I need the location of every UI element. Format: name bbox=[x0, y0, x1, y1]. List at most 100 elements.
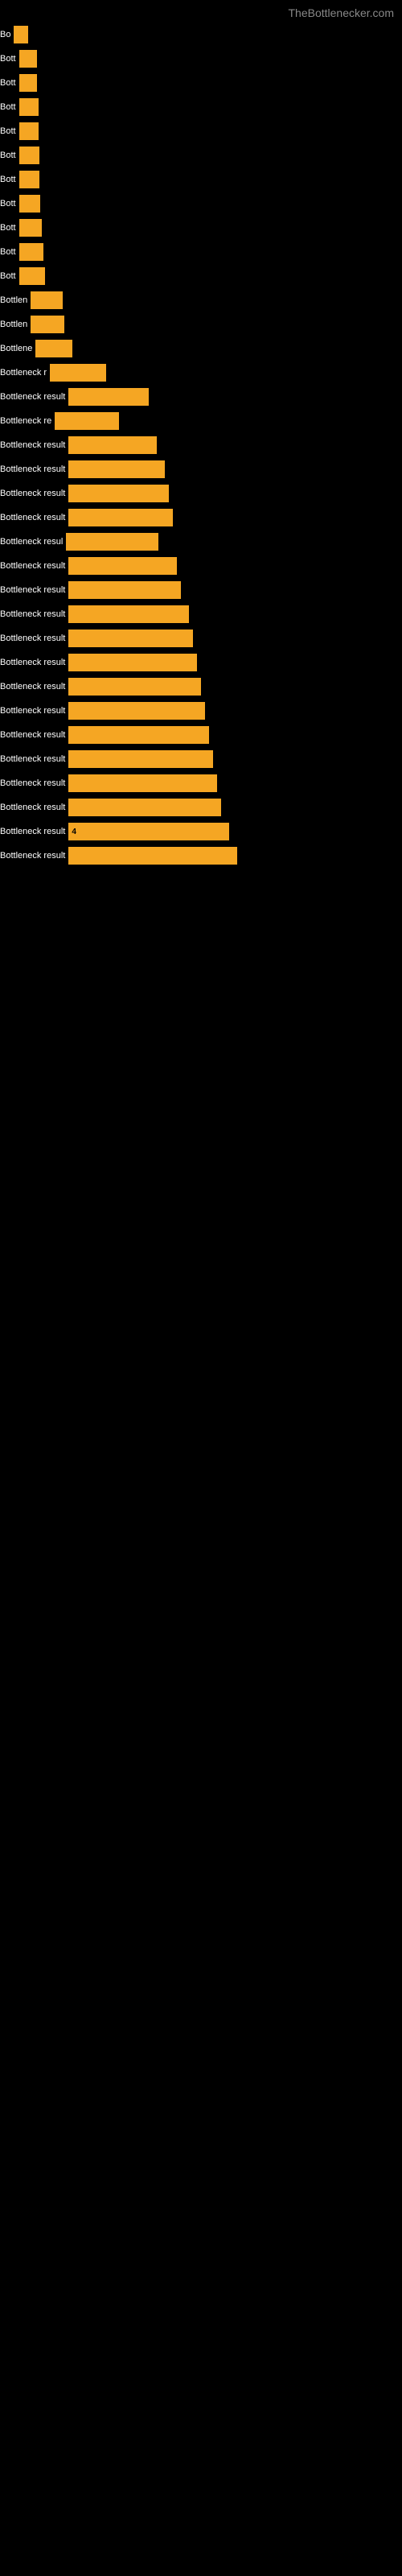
bar-row: Bott bbox=[0, 167, 402, 192]
bar-label: Bottleneck re bbox=[0, 416, 55, 426]
bar-row: Bottleneck result 4 bbox=[0, 819, 402, 844]
bar-row: Bottleneck result bbox=[0, 385, 402, 409]
bar-fill bbox=[19, 122, 39, 140]
bar-fill bbox=[35, 340, 72, 357]
bar-row: Bott bbox=[0, 192, 402, 216]
bar-fill bbox=[68, 485, 169, 502]
bar-label: Bottleneck result bbox=[0, 730, 68, 740]
bar-label: Bottleneck r bbox=[0, 368, 50, 378]
bar-label: Bottleneck result bbox=[0, 440, 68, 450]
bar-row: Bottlen bbox=[0, 288, 402, 312]
bar-fill bbox=[19, 195, 40, 213]
bar-row: Bottleneck result bbox=[0, 650, 402, 675]
bar-label: Bott bbox=[0, 126, 19, 136]
bar-fill bbox=[68, 847, 237, 865]
bar-row: Bottleneck resul bbox=[0, 530, 402, 554]
bar-row: Bottleneck r bbox=[0, 361, 402, 385]
bar-row: Bottleneck result bbox=[0, 795, 402, 819]
bar-fill bbox=[31, 291, 63, 309]
bar-label: Bottleneck result bbox=[0, 585, 68, 595]
bars-container: Bo Bott Bott Bott Bott Bott Bott Bott Bott Bott Bo… bbox=[0, 23, 402, 868]
bar-fill bbox=[68, 630, 193, 647]
bar-label: Bottleneck result bbox=[0, 634, 68, 643]
bar-fill bbox=[31, 316, 64, 333]
bar-fill: 4 bbox=[68, 823, 229, 840]
bar-label: Bottleneck result bbox=[0, 851, 68, 861]
bar-fill bbox=[19, 98, 39, 116]
bar-fill bbox=[50, 364, 106, 382]
bar-label: Bottleneck result bbox=[0, 754, 68, 764]
bar-row: Bottleneck result bbox=[0, 457, 402, 481]
bar-fill bbox=[68, 678, 201, 696]
bar-row: Bottleneck result bbox=[0, 675, 402, 699]
bar-row: Bott bbox=[0, 143, 402, 167]
bar-fill bbox=[68, 774, 217, 792]
bar-row: Bottleneck result bbox=[0, 699, 402, 723]
bar-row: Bott bbox=[0, 95, 402, 119]
bar-fill bbox=[19, 50, 37, 68]
bar-row: Bottlen bbox=[0, 312, 402, 336]
bar-label: Bottleneck result bbox=[0, 682, 68, 691]
bar-fill bbox=[68, 750, 213, 768]
bar-row: Bottleneck result bbox=[0, 554, 402, 578]
bar-row: Bottleneck result bbox=[0, 433, 402, 457]
bar-label: Bott bbox=[0, 78, 19, 88]
bar-fill bbox=[68, 605, 189, 623]
bar-fill bbox=[68, 509, 173, 526]
bar-fill bbox=[68, 799, 221, 816]
bar-row: Bott bbox=[0, 240, 402, 264]
bar-label: Bottleneck result bbox=[0, 464, 68, 474]
bar-label: Bottleneck result bbox=[0, 609, 68, 619]
bar-label: Bott bbox=[0, 247, 19, 257]
site-title: TheBottlenecker.com bbox=[0, 0, 402, 23]
bar-row: Bottleneck result bbox=[0, 578, 402, 602]
bar-fill bbox=[68, 388, 149, 406]
bar-label: Bott bbox=[0, 102, 19, 112]
bar-fill bbox=[68, 557, 177, 575]
bar-fill bbox=[55, 412, 119, 430]
bar-row: Bott bbox=[0, 119, 402, 143]
bar-fill bbox=[19, 74, 37, 92]
bar-row: Bottleneck result bbox=[0, 723, 402, 747]
bar-row: Bottleneck result bbox=[0, 602, 402, 626]
bar-label: Bottleneck result bbox=[0, 803, 68, 812]
bar-fill bbox=[19, 243, 43, 261]
bar-label: Bottlen bbox=[0, 320, 31, 329]
bar-label: Bo bbox=[0, 30, 14, 39]
bar-row: Bottleneck result bbox=[0, 844, 402, 868]
bar-fill bbox=[19, 219, 42, 237]
bar-label: Bottlen bbox=[0, 295, 31, 305]
bar-row: Bottleneck result bbox=[0, 626, 402, 650]
bar-row: Bo bbox=[0, 23, 402, 47]
bar-fill bbox=[66, 533, 158, 551]
bar-row: Bottleneck result bbox=[0, 747, 402, 771]
bar-fill bbox=[68, 460, 165, 478]
bar-label: Bottleneck result bbox=[0, 561, 68, 571]
bar-fill bbox=[19, 267, 45, 285]
bar-fill bbox=[68, 581, 181, 599]
bar-fill bbox=[19, 147, 39, 164]
bar-row: Bott bbox=[0, 216, 402, 240]
bar-label: Bottleneck result bbox=[0, 778, 68, 788]
bar-row: Bottleneck result bbox=[0, 481, 402, 506]
bar-label: Bottleneck result bbox=[0, 392, 68, 402]
bar-value: 4 bbox=[72, 828, 76, 836]
bar-fill bbox=[68, 436, 157, 454]
bar-row: Bottleneck result bbox=[0, 506, 402, 530]
bar-fill bbox=[68, 702, 205, 720]
bar-fill bbox=[68, 726, 209, 744]
bar-label: Bott bbox=[0, 223, 19, 233]
bar-row: Bott bbox=[0, 264, 402, 288]
bar-label: Bottlene bbox=[0, 344, 35, 353]
bar-row: Bottlene bbox=[0, 336, 402, 361]
bar-label: Bottleneck result bbox=[0, 827, 68, 836]
bar-label: Bott bbox=[0, 175, 19, 184]
bar-label: Bott bbox=[0, 199, 19, 208]
bar-label: Bottleneck result bbox=[0, 513, 68, 522]
bar-label: Bott bbox=[0, 271, 19, 281]
bar-label: Bottleneck resul bbox=[0, 537, 66, 547]
bar-label: Bottleneck result bbox=[0, 706, 68, 716]
bar-label: Bottleneck result bbox=[0, 658, 68, 667]
bar-row: Bottleneck re bbox=[0, 409, 402, 433]
bar-row: Bott bbox=[0, 71, 402, 95]
